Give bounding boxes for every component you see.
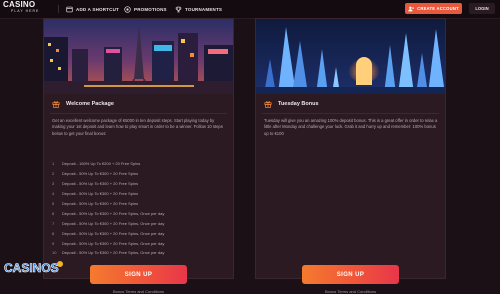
bonus-terms-link[interactable]: Bonus Terms and Conditions [44, 289, 233, 294]
nav-divider [58, 5, 59, 13]
nav-add-shortcut-label: ADD A SHORTCUT [76, 6, 119, 12]
deposit-text: Deposit - 50% Up To €300 + 20 Free Spins… [62, 250, 165, 256]
promotions-icon [124, 5, 131, 13]
nav-tournaments[interactable]: TOURNAMENTS [175, 4, 222, 14]
list-item: 8 Deposit - 50% Up To €300 + 20 Free Spin… [52, 228, 228, 238]
deposit-number: 8 [52, 230, 55, 236]
deposit-list: 1 Deposit - 160% Up To €200 + 20 Free Spi… [52, 159, 228, 258]
card-description: Tuesday will give you an amazing 100% de… [264, 118, 438, 136]
list-item: 3 Deposit - 50% Up To €300 + 20 Free Spin… [52, 179, 228, 189]
deposit-text: Deposit - 50% Up To €300 + 20 Free Spins… [62, 240, 165, 246]
list-item: 6 Deposit - 50% Up To €300 + 20 Free Spin… [52, 208, 228, 218]
card-title: Tuesday Bonus [278, 101, 319, 107]
top-navigation-bar: CASINO PLAY HERE ADD A SHORTCUT PROMOTIO… [0, 0, 500, 19]
nav-promotions[interactable]: PROMOTIONS [124, 4, 167, 14]
nav-promotions-label: PROMOTIONS [134, 6, 167, 12]
login-label: LOGIN [475, 6, 489, 11]
card-header: Tuesday Bonus [264, 100, 319, 108]
promo-card-welcome-package: Welcome Package Get an excellent welcome… [43, 18, 234, 294]
bonus-terms-link[interactable]: Bonus Terms and Conditions [256, 289, 445, 294]
deposit-number: 5 [52, 201, 55, 206]
card-header: Welcome Package [52, 100, 114, 108]
trophy-icon [175, 6, 182, 12]
las-vegas-strip-image [44, 19, 233, 94]
deposit-number: 6 [52, 210, 55, 216]
nav-add-shortcut[interactable]: ADD A SHORTCUT [66, 4, 119, 14]
deposit-number: 10 [52, 250, 57, 256]
gift-icon [52, 101, 60, 108]
window-icon [66, 6, 73, 12]
deposit-text: Deposit - 50% Up To €300 + 20 Free Spins… [62, 230, 165, 236]
list-item: 1 Deposit - 160% Up To €200 + 20 Free Spi… [52, 159, 228, 169]
sign-up-button[interactable]: SIGN UP [90, 265, 187, 284]
deposit-number: 2 [52, 171, 55, 177]
nav-tournaments-label: TOURNAMENTS [185, 6, 223, 12]
deposit-number: 9 [52, 240, 55, 246]
deposit-text: Deposit - 50% Up To €300 + 20 Free Spins… [62, 220, 165, 226]
logo-sub-text: PLAY HERE [11, 9, 40, 13]
logo-main-text: CASINO [3, 0, 36, 9]
create-account-button[interactable]: CREATE ACCOUNT [405, 3, 462, 14]
list-item: 7 Deposit - 50% Up To €300 + 20 Free Spin… [52, 218, 228, 228]
casinos-watermark-logo: CASINOS [4, 261, 63, 275]
deposit-number: 3 [52, 181, 55, 187]
list-item: 10 Deposit - 50% Up To €300 + 20 Free Spi… [52, 248, 228, 258]
gift-icon [264, 101, 272, 108]
svg-text:CASINOS: CASINOS [4, 261, 59, 275]
deposit-text: Deposit - 50% Up To €300 + 20 Free Spins [62, 201, 139, 206]
list-item: 4 Deposit - 50% Up To €300 + 20 Free Spin… [52, 189, 228, 199]
crystal-cave-image [256, 19, 445, 94]
promo-card-tuesday-bonus: Tuesday Bonus Tuesday will give you an a… [255, 18, 446, 294]
deposit-number: 1 [52, 161, 55, 167]
card-description: Get an excellent welcome package of €500… [52, 118, 223, 136]
deposit-text: Deposit - 50% Up To €300 + 20 Free Spins [62, 191, 139, 197]
list-item: 9 Deposit - 50% Up To €300 + 20 Free Spin… [52, 238, 228, 248]
deposit-text: Deposit - 50% Up To €300 + 20 Free Spins [62, 171, 139, 177]
card-title: Welcome Package [66, 101, 114, 107]
card-divider [50, 113, 227, 114]
casino-logo[interactable]: CASINO PLAY HERE [3, 1, 39, 15]
list-item: 5 Deposit - 50% Up To €300 + 20 Free Spin… [52, 199, 228, 209]
sign-up-button[interactable]: SIGN UP [302, 265, 399, 284]
deposit-number: 4 [52, 191, 55, 197]
deposit-text: Deposit - 160% Up To €200 + 20 Free Spin… [62, 161, 141, 167]
deposit-number: 7 [52, 220, 55, 226]
create-account-label: CREATE ACCOUNT [417, 6, 459, 11]
login-button[interactable]: LOGIN [469, 3, 495, 14]
user-plus-icon [408, 6, 415, 11]
deposit-text: Deposit - 50% Up To €300 + 20 Free Spins… [62, 210, 165, 216]
list-item: 2 Deposit - 50% Up To €300 + 20 Free Spin… [52, 169, 228, 179]
deposit-text: Deposit - 50% Up To €300 + 20 Free Spins [62, 181, 139, 187]
card-divider [262, 113, 439, 114]
